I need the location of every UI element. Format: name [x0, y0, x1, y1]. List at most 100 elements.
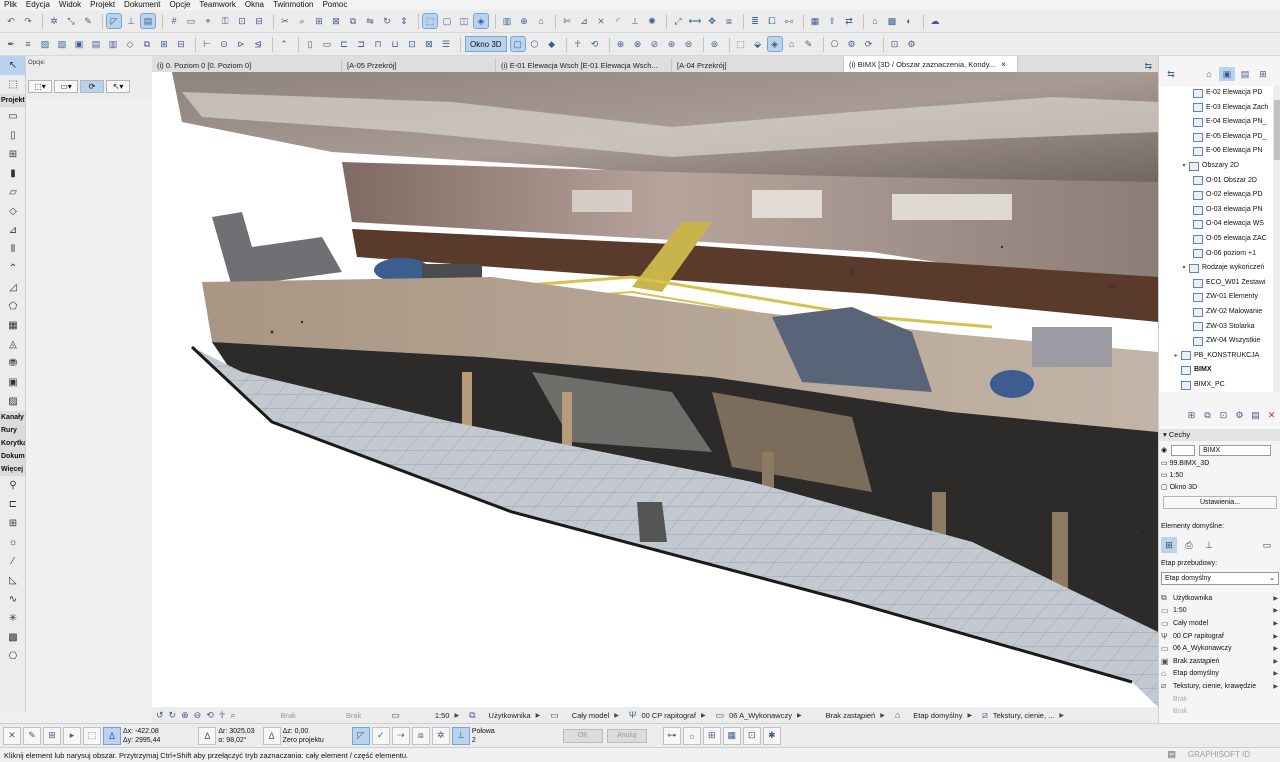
tab-menu-icon[interactable]: ⇆	[1144, 61, 1152, 72]
delta-icon[interactable]: Δ	[103, 726, 121, 745]
spline-tool-icon[interactable]: ∿	[0, 590, 25, 609]
menu-widok[interactable]: Widok	[59, 0, 81, 10]
tree-item[interactable]: ▾ Rodzaje wykończeń	[1159, 261, 1273, 276]
roof-tool-icon[interactable]: ⌃	[0, 259, 25, 278]
floor-plan-icon[interactable]: ▭	[320, 37, 334, 51]
menu-projekt[interactable]: Projekt	[90, 0, 115, 10]
tree-item[interactable]: ▾ Obszary 2D	[1159, 159, 1273, 174]
zoom-fit-icon[interactable]: ⌕	[230, 710, 235, 721]
layer-icon[interactable]: ⧉	[140, 37, 154, 51]
measure-icon[interactable]: ⊡	[742, 726, 761, 745]
tree-item[interactable]: E-05 Elewacja PD_	[1159, 130, 1273, 145]
beam-tool-icon[interactable]: ▱	[0, 183, 25, 202]
elevation-view-icon[interactable]: ⊐	[354, 37, 368, 51]
fillet-icon[interactable]: ◜	[611, 14, 625, 28]
marquee-3d-icon[interactable]: ⬚	[734, 37, 748, 51]
group-icon[interactable]: ⊡	[235, 14, 249, 28]
surface-icon[interactable]: ▣	[72, 37, 86, 51]
fill-icon[interactable]: ▨	[38, 37, 52, 51]
cut-icon[interactable]: ✂	[278, 14, 292, 28]
3d-cube-icon[interactable]: ⬡	[528, 37, 542, 51]
settings-icon[interactable]: ⚙	[905, 37, 919, 51]
chevron-down-icon[interactable]: ▾	[1179, 261, 1189, 276]
elevate-icon[interactable]: ⇕	[397, 14, 411, 28]
section-icon[interactable]: ⊳	[234, 37, 248, 51]
notification-icon[interactable]: ▤	[1167, 749, 1176, 760]
arrow-tool-icon[interactable]: ↖	[0, 56, 25, 75]
profile-icon[interactable]: ▥	[106, 37, 120, 51]
railing-tool-icon[interactable]: ⫴	[0, 240, 25, 259]
project-map-icon[interactable]: ⌂	[1201, 67, 1217, 81]
folder-icon[interactable]: ▭	[1259, 537, 1275, 553]
okno-3d-button[interactable]: Okno 3D	[465, 36, 507, 52]
sync-icon[interactable]: ⟳	[862, 37, 876, 51]
view-setting-row[interactable]: ⧄ Tekstury, cienie, krawędzie ▶	[1159, 680, 1280, 693]
ok-button[interactable]: OK	[562, 728, 603, 743]
tab-poziom-0[interactable]: (i) 0. Poziom 0 [0. Poziom 0]	[152, 58, 342, 72]
tree-item[interactable]: BIMX	[1159, 363, 1273, 378]
building-3d-icon[interactable]: ⌂	[785, 37, 799, 51]
view-setting-row[interactable]: Brak	[1159, 705, 1280, 718]
figure-tool-icon[interactable]: ▩	[0, 628, 25, 647]
phase-dropdown[interactable]: Etap domyślny ⌄	[1161, 572, 1279, 585]
chart-icon[interactable]: ▥	[500, 14, 514, 28]
zone-tool-icon[interactable]: ▣	[0, 373, 25, 392]
render-icon[interactable]: ◐	[902, 14, 916, 28]
stair-tool-icon[interactable]: ⊿	[0, 221, 25, 240]
menu-edycja[interactable]: Edycja	[26, 0, 50, 10]
tree-item[interactable]: O-06 poziom +1	[1159, 247, 1273, 262]
filter-3d-icon[interactable]: ⬙	[751, 37, 765, 51]
view-setting-row[interactable]: Ψ 00 CP rapitograf ▶	[1159, 630, 1280, 643]
view-setting-row[interactable]: ▣ Brak zastąpień ▶	[1159, 655, 1280, 668]
door-tool-icon[interactable]: ▯	[0, 126, 25, 145]
group-wiecej[interactable]: Więcej	[0, 463, 25, 476]
group-korytka[interactable]: Korytka	[0, 437, 25, 450]
tree-item[interactable]: O-01 Obszar 2D	[1159, 174, 1273, 189]
3d-window-icon[interactable]: ▢	[509, 36, 526, 52]
navigation-icon[interactable]: ⊗	[631, 37, 645, 51]
printer-icon[interactable]: ⎙	[1181, 537, 1197, 553]
tree-item[interactable]: BIMX_PC	[1159, 378, 1273, 392]
magic-wand-icon[interactable]: ✲	[47, 14, 61, 28]
worksheet-icon[interactable]: ⊔	[388, 37, 402, 51]
column-tool-icon[interactable]: ▮	[0, 164, 25, 183]
tab-a-04-przekroj[interactable]: [A-04 Przekrój]	[672, 58, 844, 72]
trace-icon[interactable]: ⊞	[702, 726, 721, 745]
constraint-icon[interactable]: ✓	[371, 726, 390, 745]
list-icon[interactable]: ☰	[439, 37, 453, 51]
camera-path-icon[interactable]: ⊚	[708, 37, 722, 51]
pen-set-icon[interactable]: ✒	[4, 37, 18, 51]
cancel-button[interactable]: Anuluj	[606, 728, 647, 743]
walk-icon[interactable]: ☥	[219, 710, 226, 721]
selection-rotated-button[interactable]: ⟳	[80, 80, 104, 93]
texture-selector[interactable]: ⧄ Tekstury, cienie, ... ▶	[982, 710, 1064, 721]
teamwork-icon[interactable]: ⇄	[842, 14, 856, 28]
redirect-icon[interactable]: ⇢	[391, 726, 410, 745]
chevron-down-icon[interactable]: ▾	[1179, 159, 1189, 174]
group-projekt[interactable]: Projekt	[0, 94, 25, 107]
object-tool-icon[interactable]: ⛃	[0, 354, 25, 373]
find-icon[interactable]: ⌕	[295, 14, 309, 28]
3d-explore-icon[interactable]: ◈	[473, 13, 489, 29]
twinmotion-icon[interactable]: ⚙	[845, 37, 859, 51]
pen-set-selector[interactable]: Ψ 00 CP rapitograf ▶	[629, 710, 706, 720]
morph-tool-icon[interactable]: ⬠	[0, 297, 25, 316]
snap-icon[interactable]: ⬚	[83, 726, 101, 745]
navigator-menu-icon[interactable]: ⇆	[1163, 67, 1179, 81]
interior-icon[interactable]: ⊓	[371, 37, 385, 51]
column-defaults-icon[interactable]: ⊥	[1201, 537, 1217, 553]
stretch-icon[interactable]: ⟷	[688, 14, 702, 28]
tree-item[interactable]: O-02 elewacja PD	[1159, 188, 1273, 203]
rotate-icon[interactable]: ↻	[380, 14, 394, 28]
zoom-in-icon[interactable]: ⊕	[181, 710, 189, 721]
brak-selector-2[interactable]: Brak	[346, 711, 361, 720]
gravity-icon[interactable]: ▤	[140, 13, 156, 29]
grid-tool-icon[interactable]: ⊞	[0, 514, 25, 533]
tree-item[interactable]: ZW-04 Wszystkie	[1159, 334, 1273, 349]
stack-icon[interactable]: ≣	[748, 14, 762, 28]
layer-combo-selector[interactable]: ⧉ Użytkownika ▶	[469, 710, 540, 721]
tree-item[interactable]: E-02 Elewacja PD	[1159, 86, 1273, 101]
polyline-tool-icon[interactable]: ◺	[0, 571, 25, 590]
publisher-icon[interactable]: ⊞	[1255, 67, 1271, 81]
presentation-icon[interactable]: ⊡	[888, 37, 902, 51]
